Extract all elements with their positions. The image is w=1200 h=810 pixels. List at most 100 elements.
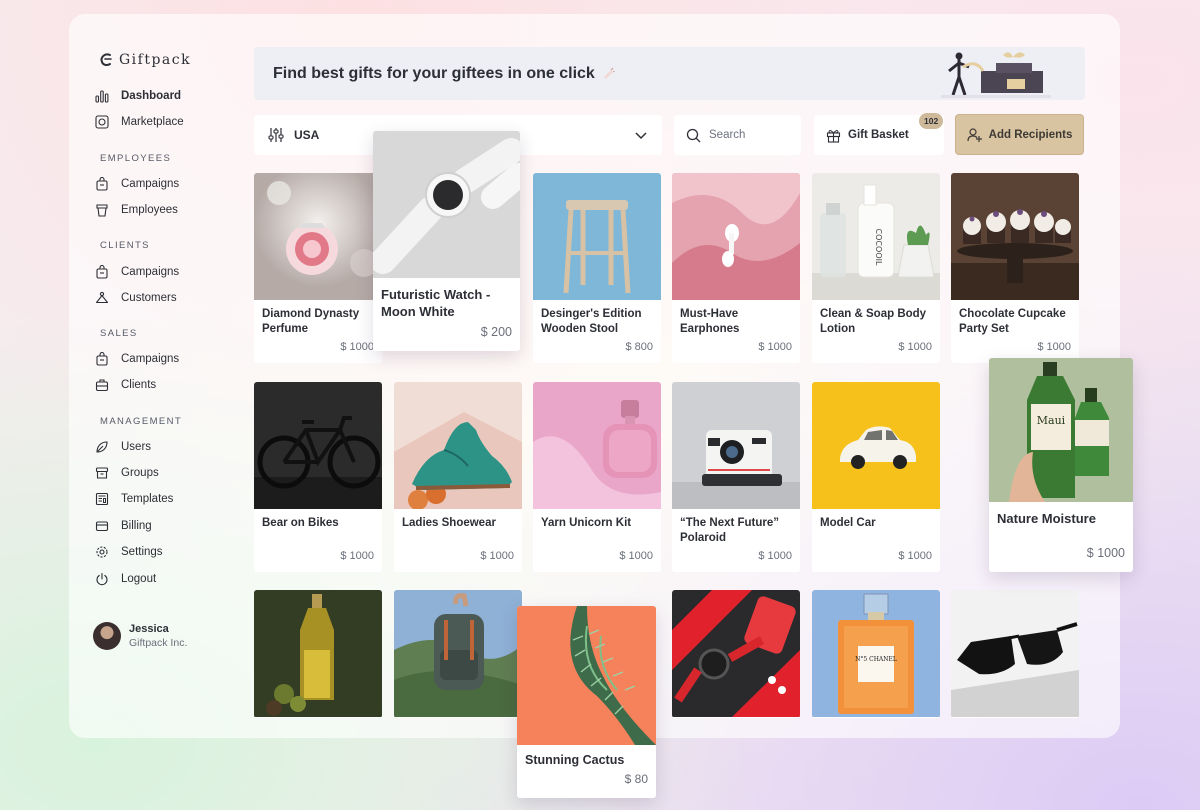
product-card[interactable] [254, 590, 382, 718]
product-price: $ 1000 [480, 550, 514, 562]
product-image [951, 590, 1079, 717]
product-image: Maui [989, 358, 1133, 502]
sidebar-item-settings[interactable]: Settings [95, 545, 163, 559]
sidebar-item-sales-campaigns[interactable]: Campaigns [95, 352, 179, 366]
sidebar-item-label: Billing [121, 520, 152, 532]
user-name: Jessica [129, 623, 169, 635]
product-image: N°5 CHANEL [812, 590, 940, 717]
chanel-perfume-icon: N°5 CHANEL [812, 590, 940, 717]
sidebar-item-users[interactable]: Users [95, 440, 151, 454]
sidebar-item-dashboard[interactable]: Dashboard [95, 89, 181, 103]
product-image [672, 173, 800, 300]
product-price: $ 1000 [340, 341, 374, 353]
product-card-floating[interactable]: Maui Nature Moisture $ 1000 [989, 358, 1133, 572]
product-card[interactable]: N°5 CHANEL [812, 590, 940, 718]
sidebar-item-logout[interactable]: Logout [95, 572, 156, 586]
sidebar-item-groups[interactable]: Groups [95, 466, 159, 480]
product-image [812, 382, 940, 509]
product-name: Nature Moisture [997, 511, 1096, 526]
product-price: $ 1000 [1086, 546, 1125, 560]
user-profile[interactable]: Jessica Giftpack Inc. [93, 622, 187, 650]
sidebar-item-label: Customers [121, 292, 177, 304]
hanger-icon [95, 291, 109, 304]
gear-icon [96, 546, 108, 558]
gift-bag-icon [96, 352, 108, 366]
giftpack-logo-icon [100, 53, 112, 67]
product-card[interactable]: Diamond Dynasty Perfume $ 1000 [254, 173, 382, 363]
product-card[interactable]: Bear on Bikes $ 1000 [254, 382, 382, 572]
product-card[interactable] [394, 590, 522, 718]
perfume-bottle-icon [254, 173, 382, 300]
sidebar-item-customers[interactable]: Customers [95, 291, 177, 305]
sunglasses-icon [951, 590, 1079, 717]
cactus-icon [517, 606, 656, 745]
sidebar-item-label: Dashboard [121, 90, 182, 102]
product-card-floating[interactable]: Stunning Cactus $ 80 [517, 606, 656, 798]
product-name: Bear on Bikes [262, 517, 339, 529]
sidebar-section-management: MANAGEMENT [100, 416, 183, 427]
banner-text: Find best gifts for your giftees in one … [273, 64, 595, 82]
add-recipients-label: Add Recipients [988, 128, 1073, 141]
sidebar-item-employees[interactable]: Employees [95, 203, 178, 217]
feather-icon [96, 441, 108, 453]
product-card[interactable]: Chocolate Cupcake Party Set $ 1000 [951, 173, 1079, 363]
sidebar-item-label: Templates [121, 493, 174, 505]
product-image [254, 173, 382, 300]
search-box[interactable] [674, 115, 801, 155]
add-recipients-button[interactable]: Add Recipients [955, 114, 1084, 155]
product-image [373, 131, 520, 278]
product-image [951, 173, 1079, 300]
sidebar-item-templates[interactable]: Templates [95, 492, 173, 506]
product-card[interactable]: Ladies Shoewear $ 1000 [394, 382, 522, 572]
product-image [533, 173, 661, 300]
product-price: $ 1000 [340, 550, 374, 562]
smart-watch-icon [373, 131, 520, 278]
sidebar-item-label: Logout [121, 573, 157, 585]
sidebar-item-label: Campaigns [121, 178, 180, 190]
sidebar-item-employee-campaigns[interactable]: Campaigns [95, 177, 179, 191]
sidebar-section-employees: EMPLOYEES [100, 153, 172, 164]
bottle-label: Maui [1037, 414, 1066, 427]
sidebar-item-label: Employees [121, 204, 178, 216]
add-user-icon [967, 127, 982, 142]
sidebar-item-label: Settings [121, 546, 163, 558]
product-card[interactable] [951, 590, 1079, 718]
product-price: $ 1000 [758, 550, 792, 562]
power-icon [96, 572, 108, 586]
red-gadgets-icon [672, 590, 800, 717]
user-org: Giftpack Inc. [129, 637, 188, 649]
pink-perfume-icon [533, 382, 661, 509]
product-card[interactable]: “The Next Future” Polaroid $ 1000 [672, 382, 800, 572]
search-input[interactable] [709, 129, 789, 141]
product-card-floating[interactable]: Futuristic Watch - Moon White $ 200 [373, 131, 520, 351]
cup-icon [96, 204, 108, 217]
sidebar-section-clients: CLIENTS [100, 240, 150, 251]
product-name: Must-Have Earphones [680, 308, 740, 335]
product-card[interactable]: COCOOIL Clean & Soap Body Lotion $ 1000 [812, 173, 940, 363]
product-price: $ 80 [624, 772, 648, 786]
sidebar-item-label: Clients [121, 379, 157, 391]
product-image [254, 590, 382, 717]
product-name: Chocolate Cupcake Party Set [959, 308, 1066, 335]
sidebar-item-marketplace[interactable]: Marketplace [95, 115, 184, 129]
product-card[interactable]: Model Car $ 1000 [812, 382, 940, 572]
product-card[interactable]: Desinger's Edition Wooden Stool $ 800 [533, 173, 661, 363]
sidebar-item-label: Campaigns [121, 266, 180, 278]
sidebar-item-clients[interactable]: Clients [95, 378, 156, 392]
product-price: $ 800 [625, 341, 653, 353]
sidebar-item-client-campaigns[interactable]: Campaigns [95, 265, 179, 279]
brand-logo[interactable]: Giftpack [99, 52, 191, 68]
product-name: Clean & Soap Body Lotion [820, 308, 927, 335]
product-name: “The Next Future” Polaroid [680, 517, 780, 544]
product-price: $ 1000 [898, 550, 932, 562]
product-card[interactable]: Must-Have Earphones $ 1000 [672, 173, 800, 363]
sidebar-item-billing[interactable]: Billing [95, 519, 152, 533]
gift-emoji-icon [603, 67, 615, 79]
product-card[interactable]: Yarn Unicorn Kit $ 1000 [533, 382, 661, 572]
sidebar-section-sales: SALES [100, 328, 138, 339]
credit-card-icon [95, 521, 109, 532]
product-image [672, 590, 800, 717]
sidebar-item-label: Marketplace [121, 116, 184, 128]
product-card[interactable] [672, 590, 800, 718]
product-name: Diamond Dynasty Perfume [262, 308, 360, 335]
